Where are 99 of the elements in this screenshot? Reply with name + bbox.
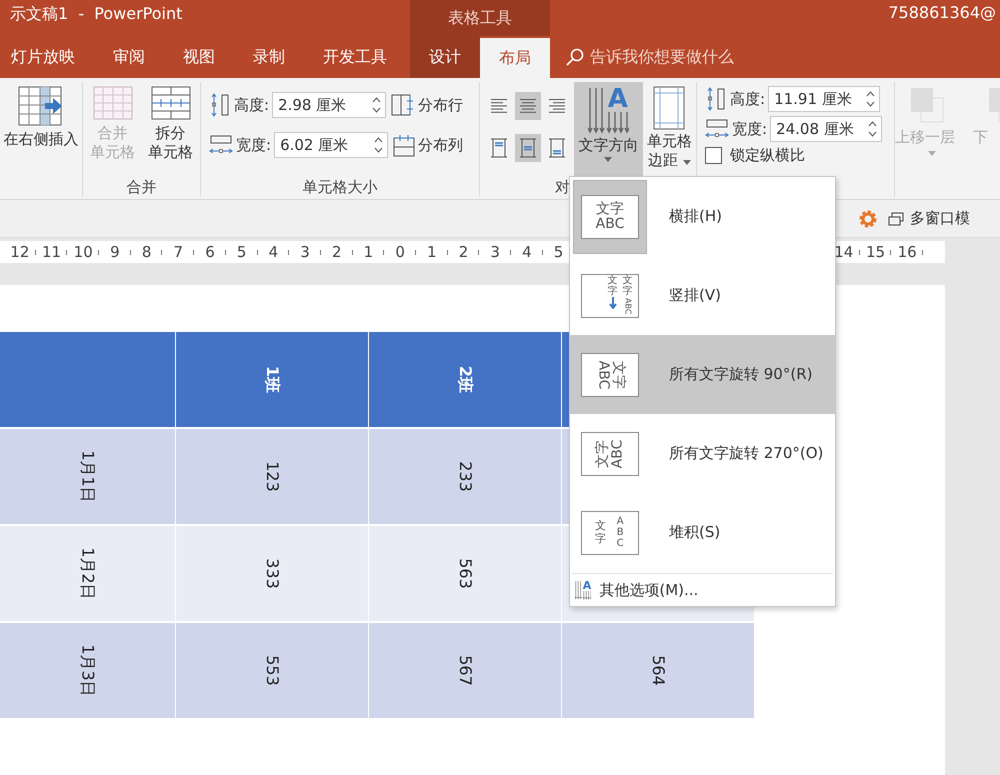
ribbon-tab[interactable]: 开发工具 [304,36,406,78]
ruler-number: 6 [205,243,215,261]
ruler-number: 4 [268,243,278,261]
ribbon-tab[interactable]: 审阅 [94,36,164,78]
height-icon [209,93,231,117]
window-title: 示文稿1 - PowerPoint [9,3,184,25]
table-cell: 1月2日 [0,526,176,621]
table-cell: 333 [176,526,369,621]
menu-item[interactable]: 文字 ABC 所有文字旋转 270°(O) [570,414,835,493]
ruler-number: 11 [42,243,62,261]
caret-icon [604,157,612,162]
ruler-number: 5 [554,243,564,261]
horizontal-text-icon: 文字 ABC [581,194,639,238]
ruler-number: 3 [300,243,310,261]
height-icon [705,87,727,111]
header-cell: 1班 [176,332,369,427]
ruler-number: 1 [364,243,374,261]
spinner-icon[interactable] [866,90,876,108]
text-direction-button[interactable]: A 文字方向 [574,82,643,176]
group-label: 单元格大小 [302,177,378,197]
insert-column-icon [18,86,64,126]
context-label: 表格工具 [410,0,550,36]
table-cell: 1月1日 [0,429,176,524]
size-field[interactable]: 11.91 厘米 [768,86,880,112]
distribute-button[interactable]: 分布列 [391,133,464,157]
distribute-rows-icon [391,94,416,116]
ruler-number: 4 [522,243,532,261]
ruler-number: 10 [74,243,93,261]
spinner-icon[interactable] [374,136,384,154]
menu-item[interactable]: 文字 ABC 所有文字旋转 90°(R) [570,335,835,414]
table-cell: 564 [562,623,755,718]
ribbon-tab[interactable]: 布局 [480,38,550,78]
merge-cells-icon [92,86,132,120]
ruler-number: 1 [427,243,437,261]
size-label: 高度: [234,96,270,114]
table-cell: 233 [369,429,562,524]
align-icon [518,138,538,158]
split-cells-icon [150,86,190,120]
size-field[interactable]: 2.98 厘米 [272,92,386,118]
table-cell: 123 [176,429,369,524]
caret-icon [928,151,936,156]
ruler-number: 2 [332,243,342,261]
align-icon [548,98,566,114]
align-button[interactable] [515,134,541,162]
ribbon-tab[interactable]: 设计 [410,36,480,78]
align-icon [519,98,537,114]
size-label: 宽度: [732,120,768,138]
distribute-button[interactable]: 分布行 [389,94,464,116]
ruler-number: 2 [458,243,468,261]
window-mode-button[interactable]: 多窗口模 [888,209,970,228]
width-icon [209,134,233,156]
ruler-number: 8 [142,243,152,261]
ruler-number: 3 [490,243,500,261]
more-options-item[interactable]: A 其他选项(M)... [570,574,835,606]
ruler-number: 9 [110,243,120,261]
rotated-text-icon: 文字 ABC [581,432,639,476]
size-field[interactable]: 6.02 厘米 [274,132,388,158]
align-button[interactable] [515,92,541,120]
account-name[interactable]: 758861364@ [888,0,996,36]
insert-right-button[interactable]: 在右侧插入 [0,82,82,151]
ruler-number: 7 [174,243,184,261]
cell-margins-icon [653,86,686,130]
search-icon [566,48,584,66]
header-cell: 2班 [369,332,562,427]
group-label: 合并 [126,177,156,197]
align-icon [489,138,509,158]
group-label: 对 [555,177,570,197]
ruler-number: 15 [866,243,886,261]
lock-ratio-checkbox[interactable] [705,147,722,164]
menu-item[interactable]: 文字 ABC 横排(H) [570,177,835,256]
settings-icon[interactable] [858,208,878,228]
distribute-columns-icon [393,133,416,157]
ruler-number: 14 [834,243,854,261]
table-cell: 1月3日 [0,623,176,718]
table-cell: 553 [176,623,369,718]
size-label: 高度: [730,90,766,108]
spinner-icon[interactable] [868,120,878,138]
spinner-icon[interactable] [372,96,382,114]
checkbox-label: 锁定纵横比 [730,146,805,165]
ribbon-tab[interactable]: 视图 [164,36,234,78]
align-icon [547,138,567,158]
table-cell: 563 [369,526,562,621]
tell-me-field[interactable]: 告诉我你想要做什么 [590,46,734,68]
ruler-number: 12 [10,243,30,261]
size-field[interactable]: 24.08 厘米 [770,116,882,142]
ruler-number: 16 [898,243,917,261]
split-cells-button[interactable]: 拆分 单元格 [144,82,198,164]
size-label: 宽度: [236,136,272,154]
table-cell: 567 [369,623,562,718]
cell-margins-button[interactable]: 单元格 边距 [642,82,696,172]
ruler-number: 0 [395,243,405,261]
ribbon-tab[interactable]: 灯片放映 [0,36,94,78]
windows-icon [888,212,904,226]
caret-icon [682,160,691,165]
ribbon-tab[interactable]: 录制 [234,36,304,78]
align-icon [490,98,508,114]
width-icon [705,118,729,140]
ruler-number: 5 [236,243,246,261]
rotated-text-icon: 文字 ABC [581,352,639,396]
